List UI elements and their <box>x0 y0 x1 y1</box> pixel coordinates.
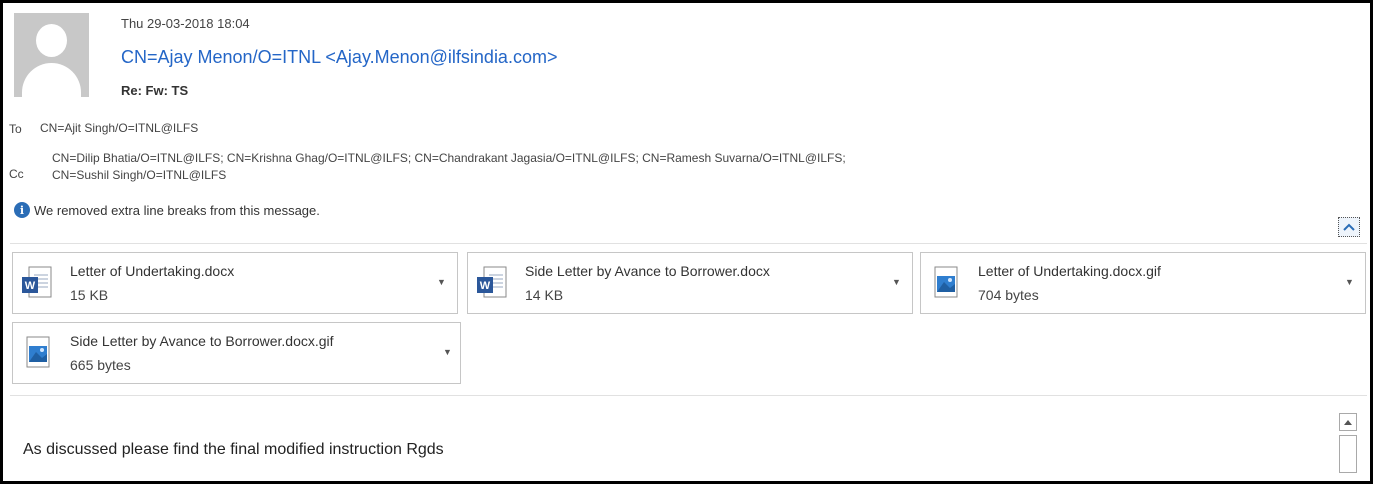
chevron-up-icon <box>1343 223 1355 231</box>
collapse-header-button[interactable] <box>1338 217 1360 237</box>
attachment-name: Side Letter by Avance to Borrower.docx.g… <box>70 333 334 349</box>
attachment-item[interactable]: Side Letter by Avance to Borrower.docx.g… <box>12 322 461 384</box>
sender-link[interactable]: CN=Ajay Menon/O=ITNL <Ajay.Menon@ilfsind… <box>121 47 557 68</box>
attachment-size: 704 bytes <box>978 287 1039 303</box>
arrow-up-icon <box>1344 419 1352 425</box>
attachment-name: Letter of Undertaking.docx.gif <box>978 263 1161 279</box>
attachment-item[interactable]: Letter of Undertaking.docx.gif 704 bytes… <box>920 252 1366 314</box>
info-bar-text: We removed extra line breaks from this m… <box>34 202 320 218</box>
cc-recipients-line-2: CN=Sushil Singh/O=ITNL@ILFS <box>52 168 227 182</box>
scrollbar-thumb[interactable] <box>1339 435 1357 473</box>
email-reading-pane <box>0 0 1373 484</box>
info-icon: i <box>14 202 30 218</box>
svg-text:W: W <box>25 280 36 292</box>
chevron-down-icon[interactable]: ▼ <box>443 347 452 357</box>
scroll-up-button[interactable] <box>1339 413 1357 431</box>
chevron-down-icon[interactable]: ▼ <box>1345 277 1354 287</box>
cc-label: Cc <box>9 167 24 181</box>
image-file-icon <box>934 266 958 298</box>
email-subject: Re: Fw: TS <box>121 83 189 98</box>
svg-text:W: W <box>480 280 491 292</box>
cc-recipients[interactable]: CN=Dilip Bhatia/O=ITNL@ILFS; CN=Krishna … <box>52 150 1292 184</box>
cc-recipients-line-1: CN=Dilip Bhatia/O=ITNL@ILFS; CN=Krishna … <box>52 151 846 165</box>
sender-avatar <box>14 13 89 97</box>
attachments-divider <box>10 395 1367 396</box>
message-body: As discussed please find the final modif… <box>23 441 444 458</box>
image-file-icon <box>26 336 50 368</box>
attachment-item[interactable]: W Letter of Undertaking.docx 15 KB ▼ <box>12 252 458 314</box>
attachment-size: 15 KB <box>70 287 109 303</box>
word-doc-icon: W <box>22 266 52 298</box>
vertical-scrollbar[interactable] <box>1339 413 1357 481</box>
to-label: To <box>9 122 22 136</box>
info-bar: i We removed extra line breaks from this… <box>14 202 320 218</box>
chevron-down-icon[interactable]: ▼ <box>437 277 446 287</box>
sent-date: Thu 29-03-2018 18:04 <box>121 16 250 31</box>
attachment-size: 14 KB <box>525 287 564 303</box>
attachment-item[interactable]: W Side Letter by Avance to Borrower.docx… <box>467 252 913 314</box>
to-recipients[interactable]: CN=Ajit Singh/O=ITNL@ILFS <box>40 121 198 135</box>
chevron-down-icon[interactable]: ▼ <box>892 277 901 287</box>
word-doc-icon: W <box>477 266 507 298</box>
attachment-name: Side Letter by Avance to Borrower.docx <box>525 263 770 279</box>
attachment-name: Letter of Undertaking.docx <box>70 263 235 279</box>
attachment-size: 665 bytes <box>70 357 131 373</box>
header-divider <box>10 243 1367 244</box>
